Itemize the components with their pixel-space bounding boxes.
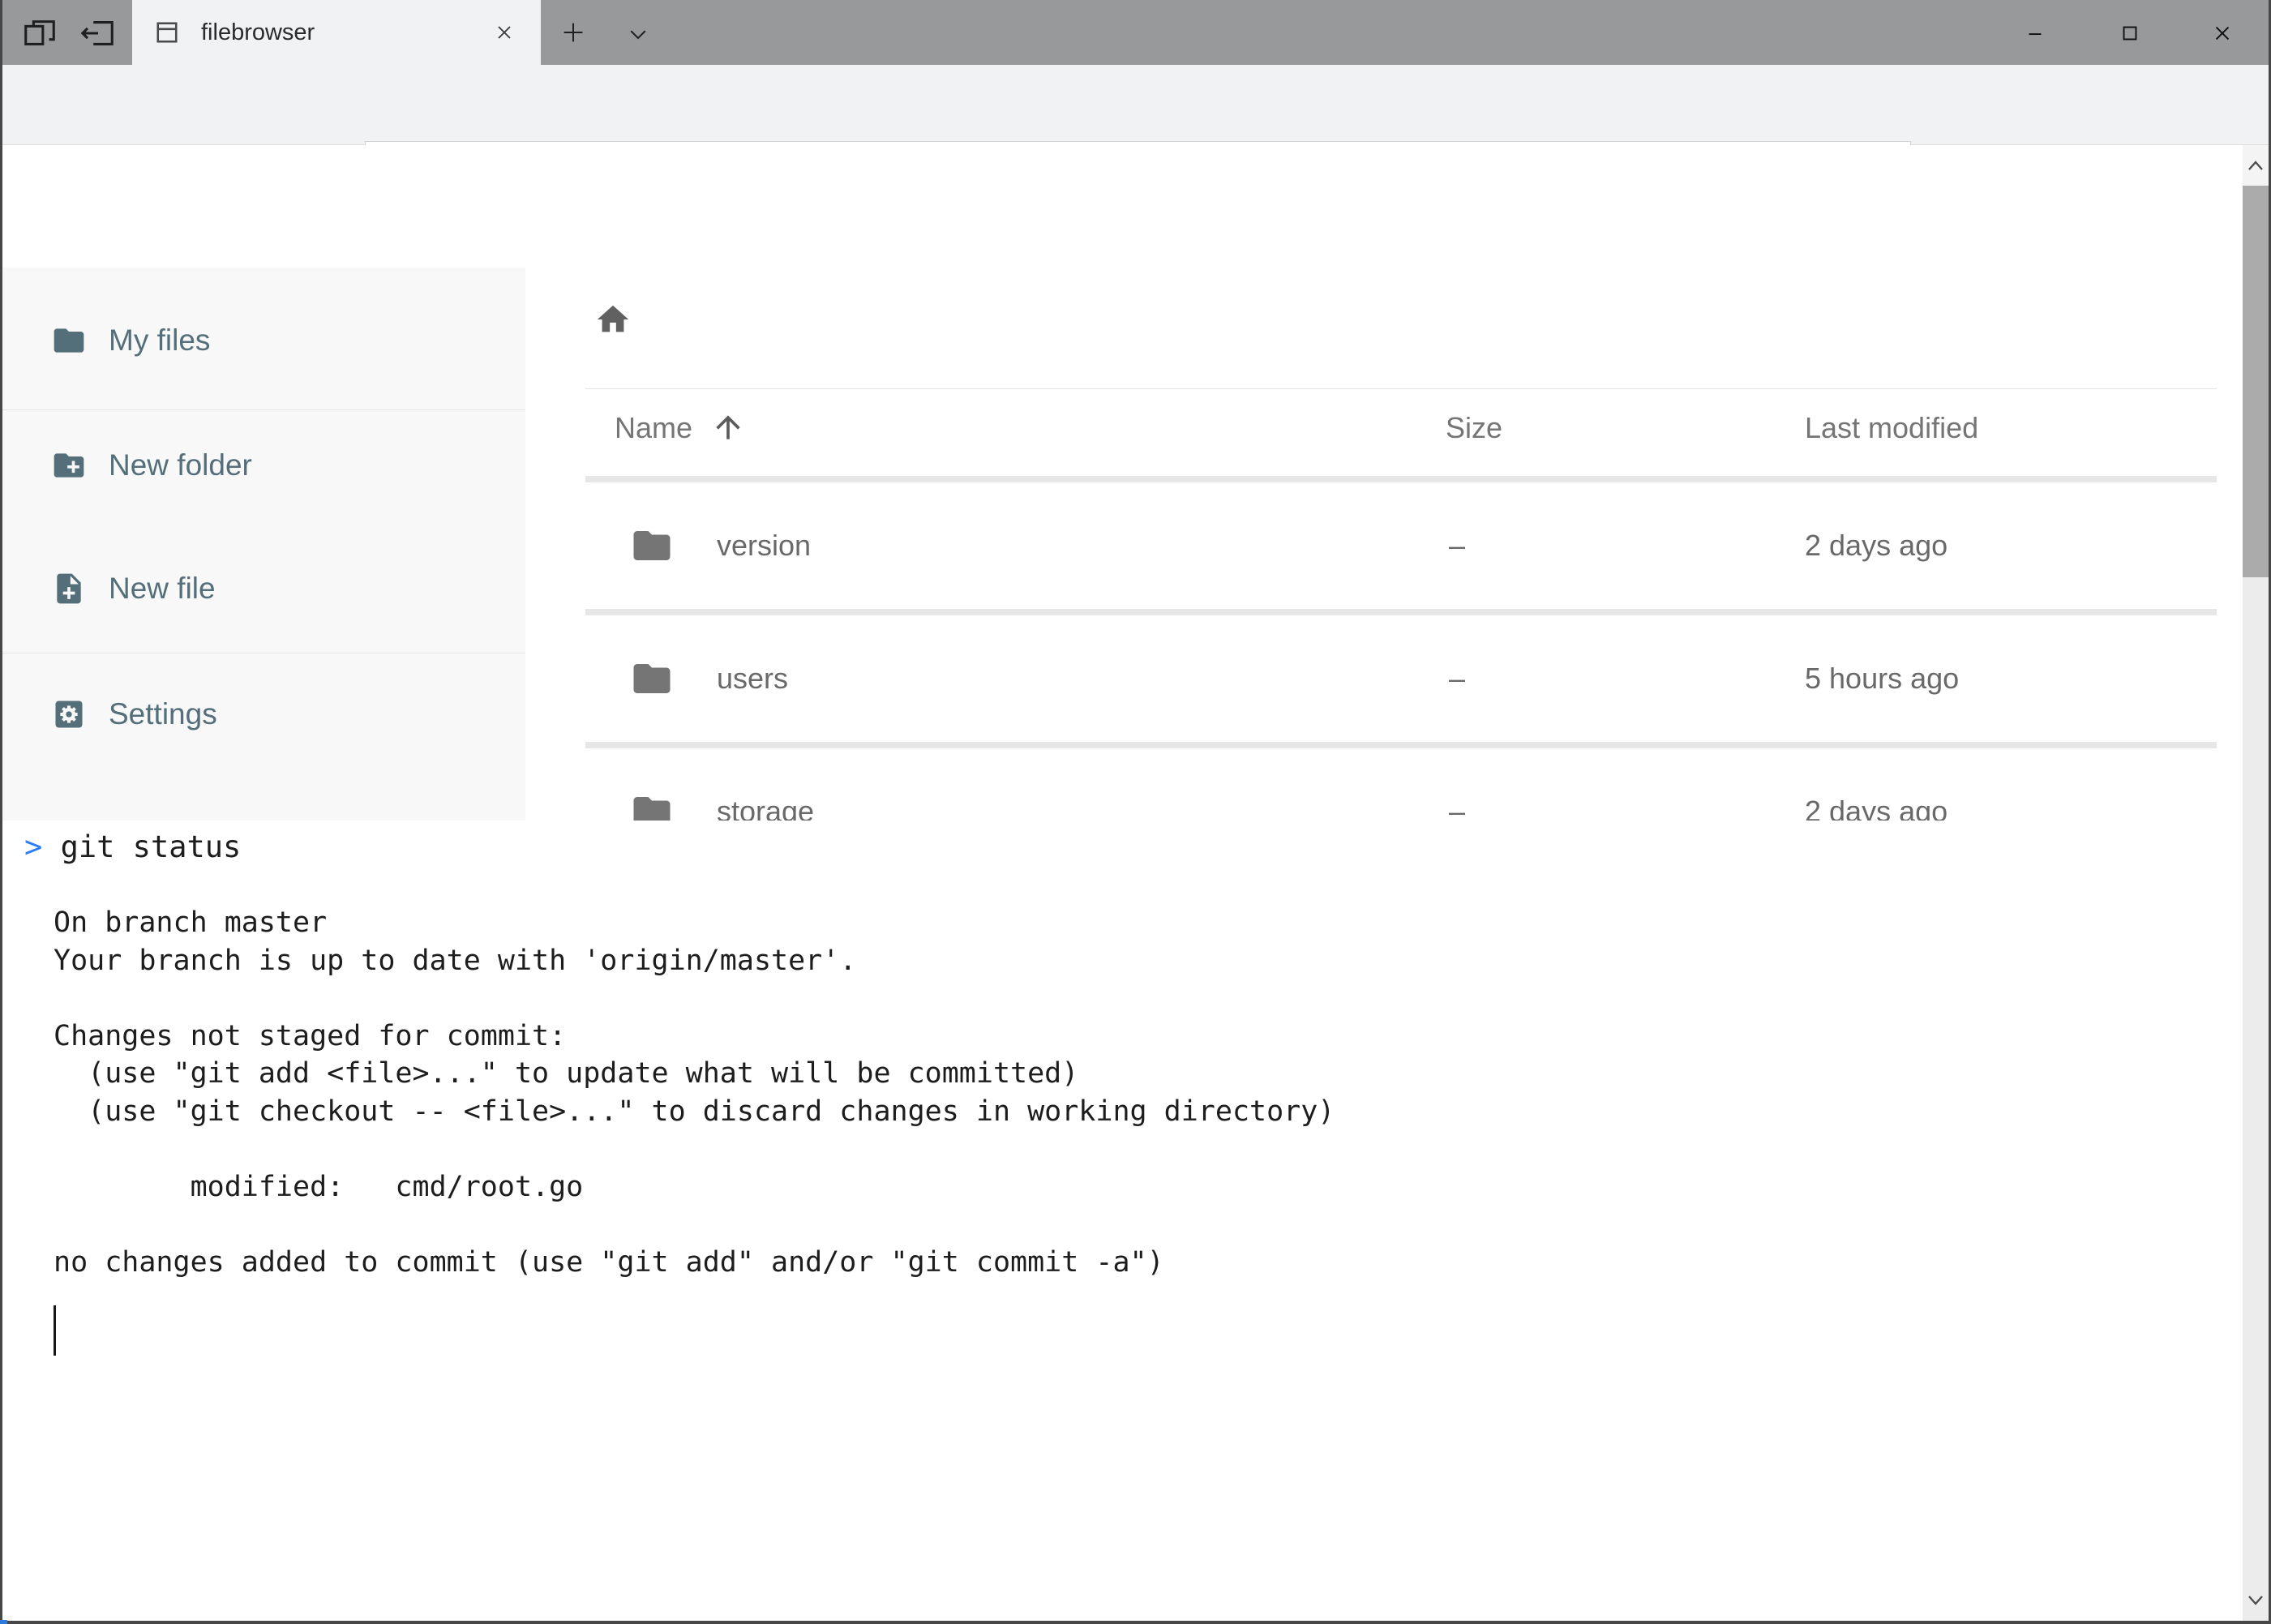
folder-icon <box>51 323 87 358</box>
page-scrollbar[interactable] <box>2243 145 2269 1621</box>
sidebar-item-settings[interactable]: Settings <box>0 670 525 759</box>
terminal-output: On branch master Your branch is up to da… <box>54 904 1335 1281</box>
file-row-storage[interactable]: storage – 2 days ago <box>585 748 2217 821</box>
sidebar-item-label: Settings <box>109 670 217 759</box>
sidebar-item-label: New file <box>109 544 216 633</box>
file-name: storage <box>717 748 814 821</box>
file-size: – <box>1449 748 1465 821</box>
column-header-name[interactable]: Name <box>615 411 692 445</box>
tab-preview-icon[interactable] <box>21 15 58 52</box>
sidebar-item-label: My files <box>109 296 210 385</box>
folder-icon <box>630 790 674 821</box>
column-header-modified[interactable]: Last modified <box>1805 411 1978 445</box>
folder-icon <box>630 657 674 701</box>
browser-tab[interactable]: filebrowser <box>132 0 541 65</box>
window-border-bottom <box>0 1621 2271 1624</box>
minimize-button[interactable] <box>2022 20 2048 46</box>
prompt-chevron-icon: > <box>24 829 42 864</box>
tab-close-icon[interactable] <box>493 21 516 44</box>
file-name: version <box>717 482 811 609</box>
file-modified: 2 days ago <box>1805 482 1947 609</box>
breadcrumb-home-icon[interactable] <box>594 301 632 338</box>
terminal-prompt-line: > git status <box>24 827 241 868</box>
sidebar-item-label: New folder <box>109 421 252 510</box>
terminal-panel[interactable]: > git status On branch master Your branc… <box>2 821 2243 1621</box>
sidebar-item-new-folder[interactable]: New folder <box>0 421 525 510</box>
tab-favicon-icon <box>152 18 182 47</box>
sort-ascending-icon[interactable] <box>710 409 746 445</box>
column-header-size[interactable]: Size <box>1446 411 1502 445</box>
scroll-up-icon[interactable] <box>2243 145 2269 186</box>
sidebar-item-new-file[interactable]: New file <box>0 544 525 633</box>
status-corner-fragment <box>0 1620 7 1624</box>
file-size: – <box>1449 482 1465 609</box>
sidebar: My files New folder New file <box>0 268 525 821</box>
terminal-cursor <box>54 1305 56 1356</box>
new-file-icon <box>51 571 87 606</box>
navigation-bar: filebrowser.web/files/ <box>0 65 2271 145</box>
close-window-button[interactable] <box>2209 20 2235 46</box>
app-header <box>0 145 2271 268</box>
tab-bar: filebrowser <box>0 0 2271 65</box>
tab-title: filebrowser <box>201 0 315 65</box>
file-size: – <box>1449 615 1465 742</box>
file-row-version[interactable]: version – 2 days ago <box>585 482 2217 609</box>
set-tabs-aside-icon[interactable] <box>79 15 117 52</box>
file-modified: 2 days ago <box>1805 748 1947 821</box>
new-folder-icon <box>51 448 87 483</box>
file-listing: Name Size Last modified version – 2 days… <box>525 268 2243 821</box>
maximize-button[interactable] <box>2117 20 2143 46</box>
folder-icon <box>630 524 674 568</box>
scroll-down-icon[interactable] <box>2243 1580 2269 1621</box>
file-name: users <box>717 615 788 742</box>
sidebar-divider <box>0 409 525 410</box>
new-tab-icon[interactable] <box>559 19 587 46</box>
terminal-command: git status <box>61 829 242 864</box>
sidebar-item-my-files[interactable]: My files <box>0 296 525 385</box>
tab-list-chevron-icon[interactable] <box>626 22 650 46</box>
breadcrumb-divider <box>585 388 2217 389</box>
settings-gear-icon <box>51 696 87 732</box>
browser-window: filebrowser <box>0 0 2271 1624</box>
window-border-left <box>0 0 2 1624</box>
scrollbar-thumb[interactable] <box>2243 186 2269 577</box>
file-modified: 5 hours ago <box>1805 615 1959 742</box>
file-row-users[interactable]: users – 5 hours ago <box>585 615 2217 742</box>
